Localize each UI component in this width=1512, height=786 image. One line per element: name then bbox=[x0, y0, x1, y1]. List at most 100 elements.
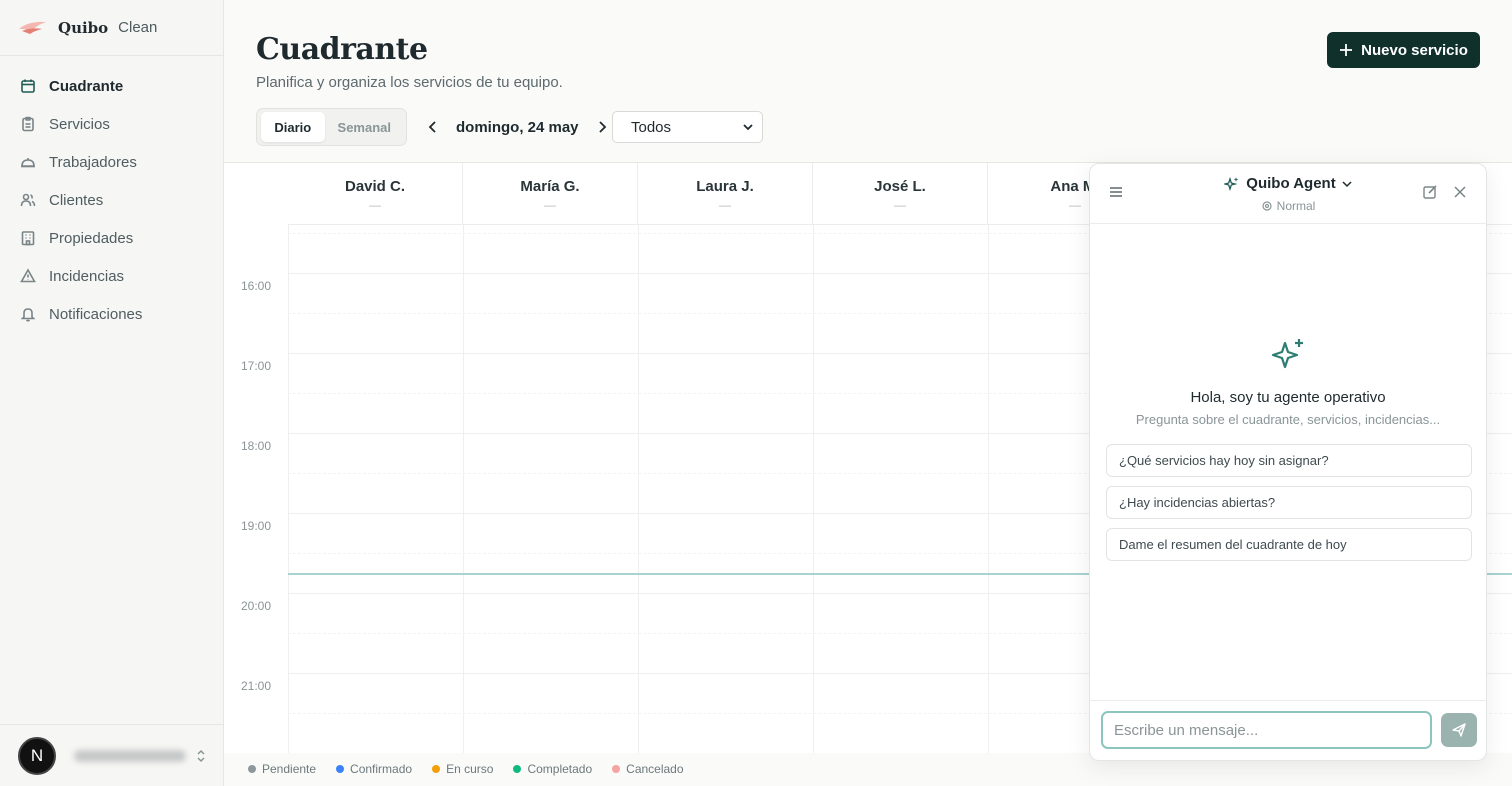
sparkles-icon bbox=[1271, 339, 1303, 369]
new-service-label: Nuevo servicio bbox=[1361, 41, 1468, 59]
time-label: 17:00 bbox=[241, 359, 272, 373]
message-input[interactable] bbox=[1101, 711, 1432, 749]
worker-name: Laura J. bbox=[696, 178, 754, 195]
chevron-left-icon bbox=[428, 121, 436, 133]
agent-hint: Pregunta sobre el cuadrante, servicios, … bbox=[1135, 412, 1441, 427]
send-icon bbox=[1452, 723, 1466, 737]
sidebar-item-clientes[interactable]: Clientes bbox=[0, 181, 223, 219]
worker-column-header: David C. — bbox=[288, 163, 463, 225]
page-title: Cuadrante bbox=[256, 32, 428, 67]
agent-header: Quibo Agent Normal bbox=[1090, 164, 1486, 224]
sidebar-item-trabajadores[interactable]: Trabajadores bbox=[0, 143, 223, 181]
close-icon[interactable] bbox=[1452, 184, 1468, 200]
brand-name: Quibo bbox=[58, 18, 109, 37]
legend-label: Pendiente bbox=[262, 762, 317, 776]
worker-filter-select[interactable]: Todos bbox=[612, 111, 763, 143]
next-day-button[interactable] bbox=[593, 118, 611, 136]
agent-title: Quibo Agent bbox=[1246, 175, 1336, 192]
suggestion-button[interactable]: ¿Hay incidencias abiertas? bbox=[1106, 486, 1472, 519]
sidebar-nav: Cuadrante Servicios Trabajadores Cliente… bbox=[0, 67, 223, 333]
time-label: 20:00 bbox=[241, 599, 272, 613]
warning-icon bbox=[20, 268, 36, 283]
worker-count: — bbox=[544, 198, 556, 212]
calendar-icon bbox=[21, 79, 35, 93]
status-legend: Pendiente Confirmado En curso Completado… bbox=[248, 762, 684, 776]
users-icon bbox=[20, 193, 36, 207]
chevron-down-icon bbox=[743, 124, 753, 131]
time-label: 19:00 bbox=[241, 519, 272, 533]
chevron-up-down-icon bbox=[197, 749, 205, 763]
chevron-right-icon bbox=[598, 121, 606, 133]
sidebar-item-label: Propiedades bbox=[49, 229, 134, 247]
legend-label: Cancelado bbox=[626, 762, 684, 776]
legend-item: Cancelado bbox=[612, 762, 684, 776]
suggestion-button[interactable]: ¿Qué servicios hay hoy sin asignar? bbox=[1106, 444, 1472, 477]
previous-day-button[interactable] bbox=[424, 118, 442, 136]
current-date: domingo, 24 may bbox=[456, 118, 579, 136]
agent-mode-label: Normal bbox=[1276, 199, 1316, 213]
sidebar-item-propiedades[interactable]: Propiedades bbox=[0, 219, 223, 257]
worker-icon bbox=[21, 158, 35, 168]
worker-filter-value: Todos bbox=[631, 118, 672, 136]
sidebar-item-label: Trabajadores bbox=[49, 153, 137, 171]
user-name-blurred bbox=[74, 749, 186, 762]
brand-suffix: Clean bbox=[118, 19, 158, 36]
send-button[interactable] bbox=[1441, 713, 1477, 747]
agent-panel: Quibo Agent Normal Hola, soy tu agente o… bbox=[1089, 163, 1487, 761]
worker-name: José L. bbox=[874, 178, 926, 195]
time-label: 16:00 bbox=[241, 279, 272, 293]
new-service-button[interactable]: Nuevo servicio bbox=[1327, 32, 1480, 68]
sidebar-item-notificaciones[interactable]: Notificaciones bbox=[0, 295, 223, 333]
agent-mode: Normal bbox=[1090, 199, 1486, 213]
sparkles-icon bbox=[1224, 176, 1239, 191]
worker-count: — bbox=[369, 198, 381, 212]
worker-count: — bbox=[894, 198, 906, 212]
sidebar-item-label: Cuadrante bbox=[49, 77, 124, 95]
view-weekly-button[interactable]: Semanal bbox=[327, 112, 402, 142]
worker-column-header: Laura J. — bbox=[638, 163, 813, 225]
legend-label: Completado bbox=[527, 762, 593, 776]
sidebar-item-label: Notificaciones bbox=[49, 305, 143, 323]
legend-item: Pendiente bbox=[248, 762, 316, 776]
sidebar-item-label: Incidencias bbox=[49, 267, 125, 285]
legend-dot bbox=[432, 765, 441, 773]
legend-dot bbox=[612, 765, 621, 773]
sidebar-item-label: Clientes bbox=[49, 191, 104, 209]
bell-icon bbox=[20, 308, 36, 322]
chevron-down-icon bbox=[1342, 180, 1352, 187]
sidebar-item-incidencias[interactable]: Incidencias bbox=[0, 257, 223, 295]
view-daily-button[interactable]: Diario bbox=[261, 112, 325, 142]
legend-item: Confirmado bbox=[336, 762, 412, 776]
suggestion-button[interactable]: Dame el resumen del cuadrante de hoy bbox=[1106, 528, 1472, 561]
worker-column-header: María G. — bbox=[463, 163, 638, 225]
brand-logo-icon bbox=[19, 21, 46, 34]
worker-name: María G. bbox=[520, 178, 580, 195]
time-label: 21:00 bbox=[241, 679, 272, 693]
legend-dot bbox=[336, 765, 345, 773]
plus-icon bbox=[1340, 44, 1353, 56]
sidebar-item-cuadrante[interactable]: Cuadrante bbox=[0, 67, 223, 105]
worker-name: David C. bbox=[344, 178, 405, 195]
sidebar-item-label: Servicios bbox=[49, 115, 110, 133]
brand[interactable]: Quibo Clean bbox=[0, 0, 223, 56]
legend-label: En curso bbox=[446, 762, 494, 776]
view-toggle: Diario Semanal bbox=[256, 108, 407, 146]
sidebar-item-servicios[interactable]: Servicios bbox=[0, 105, 223, 143]
agent-composer bbox=[1090, 700, 1486, 760]
legend-dot bbox=[513, 765, 522, 773]
gear-icon bbox=[1262, 201, 1272, 211]
legend-item: En curso bbox=[432, 762, 493, 776]
avatar: N bbox=[18, 736, 56, 775]
legend-dot bbox=[248, 765, 256, 773]
legend-item: Completado bbox=[513, 762, 592, 776]
time-label: 18:00 bbox=[241, 439, 272, 453]
user-menu[interactable]: N bbox=[0, 724, 224, 786]
agent-greeting: Hola, soy tu agente operativo bbox=[1190, 389, 1386, 406]
page-subtitle: Planifica y organiza los servicios de tu… bbox=[256, 74, 563, 91]
new-chat-icon[interactable] bbox=[1422, 184, 1438, 200]
building-icon bbox=[21, 231, 35, 246]
worker-count: — bbox=[719, 198, 731, 212]
sidebar: Quibo Clean Cuadrante Servicios Trabajad… bbox=[0, 0, 224, 786]
worker-column-header: José L. — bbox=[813, 163, 988, 225]
date-navigator: domingo, 24 may bbox=[424, 112, 611, 142]
